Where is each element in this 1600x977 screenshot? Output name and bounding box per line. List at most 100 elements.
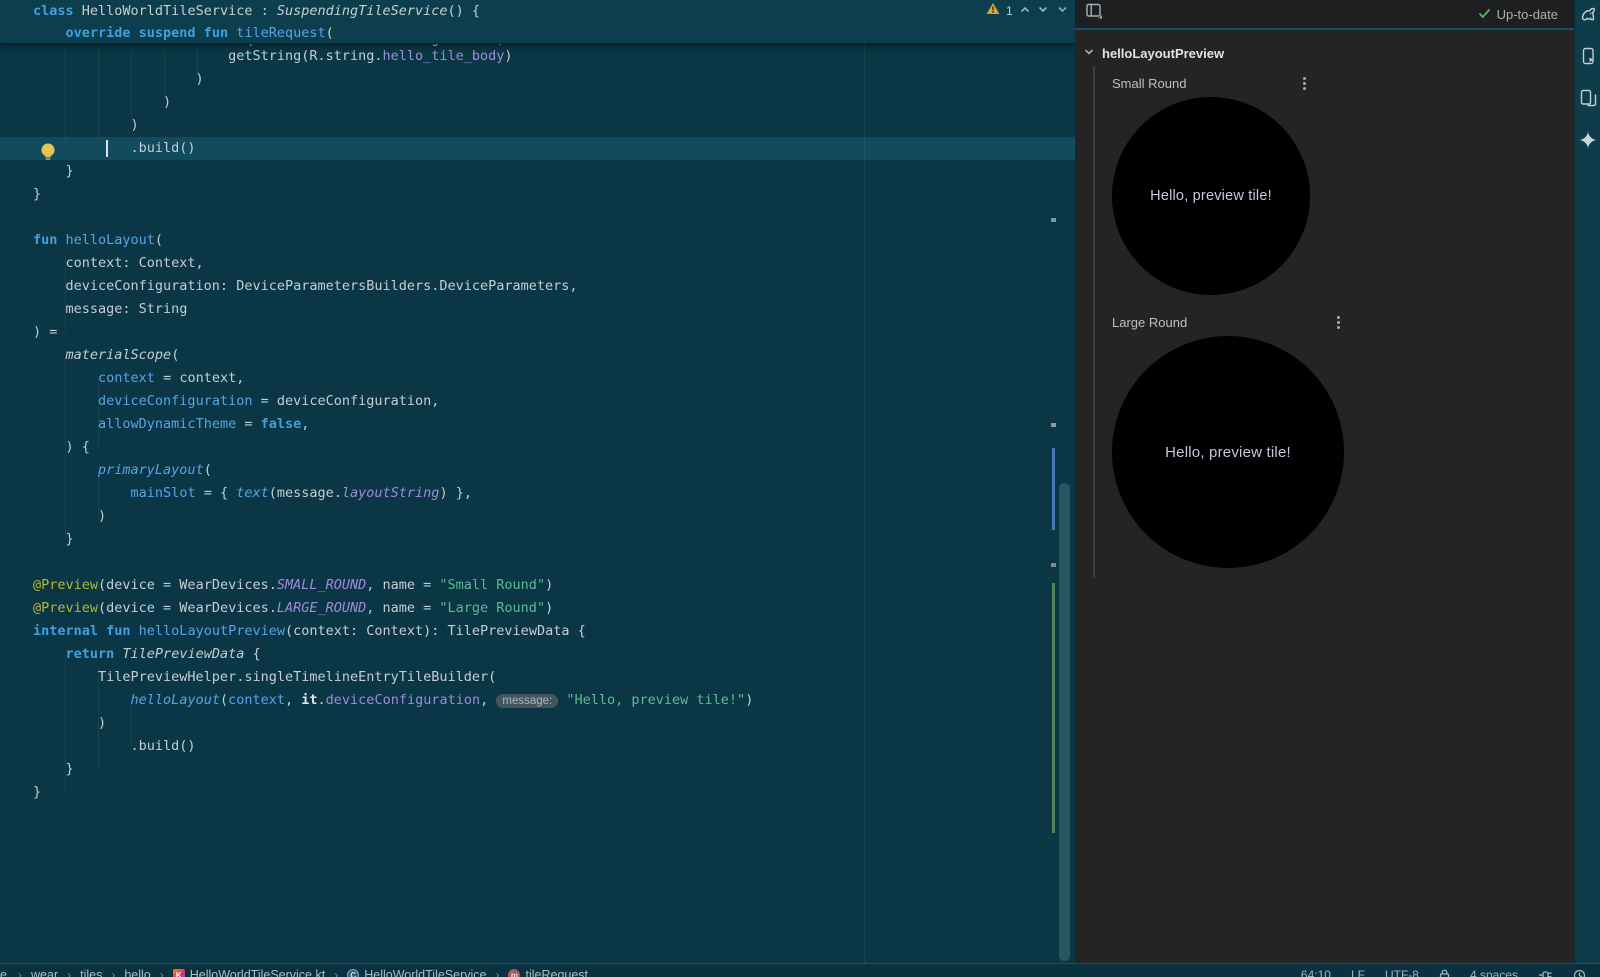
gemini-icon[interactable] bbox=[1577, 129, 1599, 151]
code-line[interactable]: ) bbox=[0, 68, 1075, 91]
clock-icon[interactable] bbox=[1573, 969, 1586, 977]
code-line[interactable] bbox=[0, 206, 1075, 229]
code-line[interactable]: TilePreviewHelper.singleTimelineEntryTil… bbox=[0, 666, 1075, 689]
tile-preview-panel: Up-to-date helloLayoutPreview Small Roun… bbox=[1075, 0, 1574, 963]
running-devices-icon[interactable] bbox=[1577, 45, 1599, 67]
code-line[interactable]: } bbox=[0, 183, 1075, 206]
breadcrumb-item[interactable]: tiles bbox=[80, 968, 102, 977]
code-line[interactable]: fun helloLayout( bbox=[0, 229, 1075, 252]
code-line[interactable]: materialScope( bbox=[0, 344, 1075, 367]
code-line[interactable]: .build() bbox=[0, 137, 1075, 160]
code-line[interactable]: } bbox=[0, 758, 1075, 781]
code-token bbox=[33, 485, 131, 501]
parameter-hint-chip: message: bbox=[496, 694, 558, 708]
code-line[interactable]: ) bbox=[0, 712, 1075, 735]
code-token: ) bbox=[33, 508, 106, 524]
code-token: ) = bbox=[33, 324, 57, 340]
code-editor[interactable]: getString(R.string.hello_tile_body) ) ) … bbox=[0, 0, 1075, 963]
indent-config[interactable]: 4 spaces bbox=[1470, 968, 1518, 977]
previous-problem-button[interactable] bbox=[1019, 2, 1031, 20]
code-line[interactable]: allowDynamicTheme = false, bbox=[0, 413, 1075, 436]
status-widgets: 64:10 LF UTF-8 4 spaces bbox=[1301, 968, 1586, 977]
breadcrumb-clipped-item: e bbox=[0, 968, 9, 977]
inspections-widget[interactable]: 1 bbox=[986, 2, 1049, 20]
code-line[interactable]: deviceConfiguration: DeviceParametersBui… bbox=[0, 275, 1075, 298]
preview-card-menu-button[interactable] bbox=[1299, 74, 1310, 93]
intention-bulb-icon[interactable] bbox=[38, 141, 58, 168]
code-line[interactable]: mainSlot = { text(message.layoutString) … bbox=[0, 482, 1075, 505]
collapse-chevron-icon[interactable] bbox=[1083, 44, 1095, 62]
sticky-lines-header[interactable]: class HelloWorldTileService : Suspending… bbox=[0, 0, 1075, 44]
code-line[interactable]: } bbox=[0, 781, 1075, 804]
code-line[interactable]: } bbox=[0, 528, 1075, 551]
code-line[interactable]: context: Context, bbox=[0, 252, 1075, 275]
breadcrumb-item[interactable]: hello bbox=[124, 968, 150, 977]
code-token: ( bbox=[171, 347, 179, 363]
code-token: ) bbox=[504, 48, 512, 64]
editor-options-chevron-icon[interactable] bbox=[1056, 2, 1069, 20]
code-token: = bbox=[236, 416, 260, 432]
code-line[interactable]: ) = bbox=[0, 321, 1075, 344]
code-token: = context, bbox=[155, 370, 244, 386]
code-line[interactable]: internal fun helloLayoutPreview(context:… bbox=[0, 620, 1075, 643]
breadcrumb-item[interactable]: CHelloWorldTileService bbox=[347, 968, 486, 977]
code-line[interactable]: class HelloWorldTileService : Suspending… bbox=[0, 0, 1075, 22]
code-token bbox=[33, 692, 131, 708]
breadcrumb-item[interactable]: wear bbox=[31, 968, 58, 977]
code-token: (device = WearDevices. bbox=[98, 577, 277, 593]
device-manager-icon[interactable] bbox=[1577, 87, 1599, 109]
code-line[interactable]: ) bbox=[0, 505, 1075, 528]
code-line[interactable]: helloLayout(context, it.deviceConfigurat… bbox=[0, 689, 1075, 712]
file-encoding[interactable]: UTF-8 bbox=[1385, 968, 1419, 977]
plug-icon[interactable] bbox=[1538, 969, 1553, 977]
vcs-changed-lines-marker[interactable] bbox=[1052, 448, 1055, 530]
line-separator[interactable]: LF bbox=[1351, 968, 1365, 977]
code-token: helloLayoutPreview bbox=[139, 623, 285, 639]
code-token: ( bbox=[204, 462, 212, 478]
code-line[interactable]: @Preview(device = WearDevices.SMALL_ROUN… bbox=[0, 574, 1075, 597]
preview-card-header: Large Round bbox=[1112, 309, 1344, 336]
partially-scrolled-line: requestParams.deviceConfiguration, bbox=[0, 44, 900, 50]
code-token: ) }, bbox=[439, 485, 472, 501]
vcs-added-lines-marker[interactable] bbox=[1052, 583, 1055, 833]
code-line[interactable]: message: String bbox=[0, 298, 1075, 321]
code-line[interactable]: @Preview(device = WearDevices.LARGE_ROUN… bbox=[0, 597, 1075, 620]
preview-card-menu-button[interactable] bbox=[1333, 313, 1344, 332]
code-line[interactable]: override suspend fun tileRequest( bbox=[0, 22, 1075, 44]
code-token: ( bbox=[220, 692, 228, 708]
gradle-icon[interactable] bbox=[1577, 3, 1599, 25]
code-line[interactable]: ) bbox=[0, 91, 1075, 114]
code-token: } bbox=[33, 186, 41, 202]
breadcrumb-item[interactable]: KHelloWorldTileService.kt bbox=[173, 968, 325, 977]
code-line[interactable]: ) { bbox=[0, 436, 1075, 459]
code-line[interactable]: context = context, bbox=[0, 367, 1075, 390]
code-token: SMALL_ROUND bbox=[277, 577, 366, 593]
breadcrumb-item[interactable]: mtileRequest bbox=[508, 968, 588, 977]
code-line[interactable]: deviceConfiguration = deviceConfiguratio… bbox=[0, 390, 1075, 413]
code-line[interactable]: } bbox=[0, 160, 1075, 183]
code-line[interactable]: requestParams.deviceConfiguration, bbox=[0, 44, 900, 50]
lock-icon[interactable] bbox=[1439, 969, 1450, 977]
check-icon bbox=[1478, 7, 1491, 22]
warning-count: 1 bbox=[1006, 4, 1013, 18]
code-line[interactable] bbox=[0, 551, 1075, 574]
code-area[interactable]: getString(R.string.hello_tile_body) ) ) … bbox=[0, 45, 1075, 804]
breadcrumb: e›wear›tiles›hello›KHelloWorldTileServic… bbox=[0, 968, 588, 977]
next-problem-button[interactable] bbox=[1037, 2, 1049, 20]
gallery-view-button[interactable] bbox=[1085, 2, 1104, 26]
editor-scrollbar-thumb[interactable] bbox=[1059, 483, 1070, 961]
code-line[interactable]: ) bbox=[0, 114, 1075, 137]
code-token: , bbox=[480, 692, 496, 708]
preview-sync-status[interactable]: Up-to-date bbox=[1478, 7, 1558, 22]
preview-section-header[interactable]: helloLayoutPreview bbox=[1083, 44, 1224, 62]
code-line[interactable]: .build() bbox=[0, 735, 1075, 758]
preview-card-large-round: Large Round Hello, preview tile! bbox=[1112, 309, 1344, 568]
code-line[interactable]: primaryLayout( bbox=[0, 459, 1075, 482]
preview-section-title: helloLayoutPreview bbox=[1102, 46, 1224, 61]
kotlin-file-icon: K bbox=[173, 969, 185, 977]
error-stripe-mark bbox=[1051, 563, 1056, 567]
code-token: "Small Round" bbox=[439, 577, 545, 593]
caret-position[interactable]: 64:10 bbox=[1301, 968, 1331, 977]
preview-card-label: Small Round bbox=[1112, 76, 1186, 91]
code-line[interactable]: return TilePreviewData { bbox=[0, 643, 1075, 666]
